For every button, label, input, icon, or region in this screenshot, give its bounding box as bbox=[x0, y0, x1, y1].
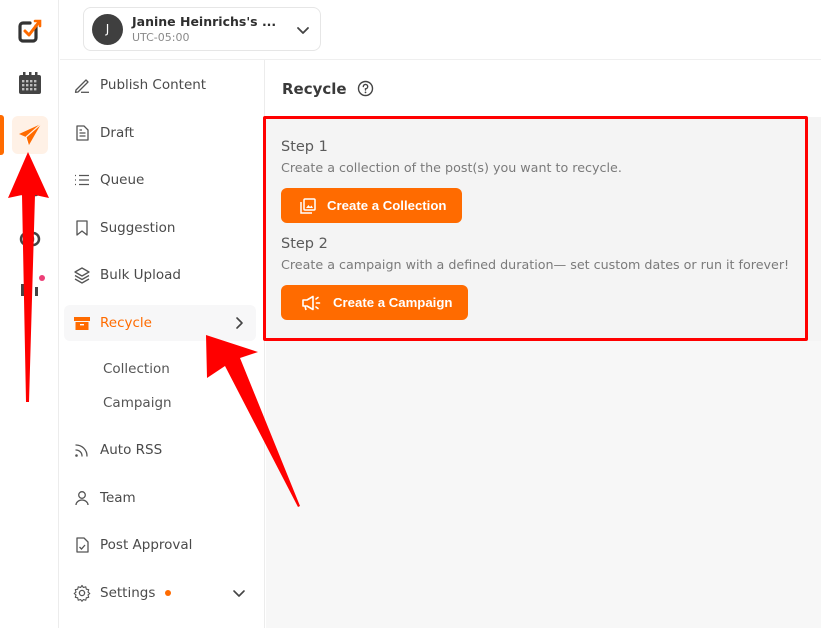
user-icon bbox=[75, 491, 89, 506]
recycle-steps-panel: Step 1 Create a collection of the post(s… bbox=[266, 117, 821, 341]
calendar-icon bbox=[19, 72, 41, 94]
sidebar-item-queue[interactable]: Queue bbox=[64, 162, 256, 198]
chat-icon bbox=[19, 231, 41, 247]
main-content: Recycle Step 1 Create a collection of th… bbox=[266, 60, 821, 628]
sidebar-item-settings[interactable]: Settings bbox=[64, 575, 256, 611]
check-square-logo-icon bbox=[18, 19, 42, 43]
avatar: J bbox=[92, 13, 123, 45]
topbar: J Janine Heinrichs's ... UTC-05:00 bbox=[60, 0, 821, 60]
step1-title: Step 1 bbox=[281, 139, 328, 155]
sidebar-item-auto-rss[interactable]: Auto RSS bbox=[64, 432, 256, 468]
sidebar-item-label: Post Approval bbox=[100, 537, 193, 553]
workspace-timezone: UTC-05:00 bbox=[132, 30, 190, 44]
megaphone-icon bbox=[302, 295, 321, 310]
rail-active-indicator bbox=[0, 115, 4, 155]
sidebar-item-recycle[interactable]: Recycle bbox=[64, 305, 256, 341]
sidebar-item-bulk-upload[interactable]: Bulk Upload bbox=[64, 257, 256, 293]
create-collection-label: Create a Collection bbox=[327, 198, 447, 213]
sub-sidebar: Publish Content Draft Queue Suggestion B… bbox=[60, 60, 265, 628]
sidebar-item-label: Recycle bbox=[100, 315, 152, 331]
rss-icon bbox=[75, 444, 88, 457]
paper-plane-icon bbox=[19, 123, 42, 145]
workspace-selector[interactable]: J Janine Heinrichs's ... UTC-05:00 bbox=[83, 7, 321, 51]
step2-description: Create a campaign with a defined duratio… bbox=[281, 257, 790, 272]
sidebar-item-team[interactable]: Team bbox=[64, 480, 256, 516]
page-header: Recycle bbox=[266, 60, 821, 117]
sidebar-subitem-campaign[interactable]: Campaign bbox=[103, 395, 172, 411]
document-icon bbox=[76, 125, 89, 141]
sidebar-subitem-collection[interactable]: Collection bbox=[103, 361, 170, 377]
image-stack-icon bbox=[300, 197, 316, 214]
create-campaign-button[interactable]: Create a Campaign bbox=[281, 285, 469, 320]
sidebar-item-label: Settings bbox=[100, 585, 156, 601]
rail-item-calendar[interactable] bbox=[13, 66, 47, 100]
gear-icon bbox=[73, 584, 91, 602]
sidebar-item-label: Draft bbox=[100, 125, 135, 141]
sidebar-item-label: Queue bbox=[100, 172, 145, 188]
page-title: Recycle bbox=[282, 79, 347, 98]
list-icon bbox=[75, 174, 89, 186]
rail-item-support[interactable] bbox=[13, 222, 47, 256]
step1-description: Create a collection of the post(s) you w… bbox=[281, 160, 622, 175]
sidebar-item-label: Suggestion bbox=[100, 220, 176, 236]
step2-title: Step 2 bbox=[281, 236, 328, 252]
inbox-icon bbox=[20, 177, 40, 197]
create-campaign-label: Create a Campaign bbox=[333, 295, 453, 310]
sidebar-item-label: Bulk Upload bbox=[100, 267, 181, 283]
chevron-down-icon bbox=[233, 590, 245, 597]
analytics-icon bbox=[21, 281, 38, 296]
rail-item-logo[interactable] bbox=[13, 14, 47, 48]
archive-box-icon bbox=[74, 317, 90, 330]
sidebar-item-publish-content[interactable]: Publish Content bbox=[64, 67, 256, 103]
workspace-name: Janine Heinrichs's ... bbox=[132, 13, 277, 29]
chevron-right-icon bbox=[236, 317, 243, 329]
layers-icon bbox=[74, 267, 90, 284]
sidebar-item-label: Auto RSS bbox=[100, 442, 163, 458]
sidebar-item-suggestion[interactable]: Suggestion bbox=[64, 210, 256, 246]
create-collection-button[interactable]: Create a Collection bbox=[281, 188, 463, 223]
sidebar-item-label: Publish Content bbox=[100, 77, 207, 93]
sidebar-item-post-approval[interactable]: Post Approval bbox=[64, 527, 256, 563]
pen-icon bbox=[74, 79, 89, 93]
document-check-icon bbox=[76, 537, 89, 553]
rail-item-publish[interactable] bbox=[12, 116, 48, 154]
question-circle-icon bbox=[357, 80, 373, 97]
chevron-down-icon bbox=[297, 27, 309, 34]
icon-rail bbox=[0, 0, 59, 628]
sidebar-item-draft[interactable]: Draft bbox=[64, 115, 256, 151]
app-root: J Janine Heinrichs's ... UTC-05:00 Publi… bbox=[0, 0, 821, 628]
sidebar-item-label: Team bbox=[100, 490, 136, 506]
bookmark-icon bbox=[76, 220, 88, 236]
analytics-badge-dot bbox=[39, 275, 45, 281]
rail-item-inbox[interactable] bbox=[13, 170, 47, 204]
settings-badge-dot bbox=[165, 590, 172, 596]
help-button[interactable] bbox=[357, 80, 374, 97]
